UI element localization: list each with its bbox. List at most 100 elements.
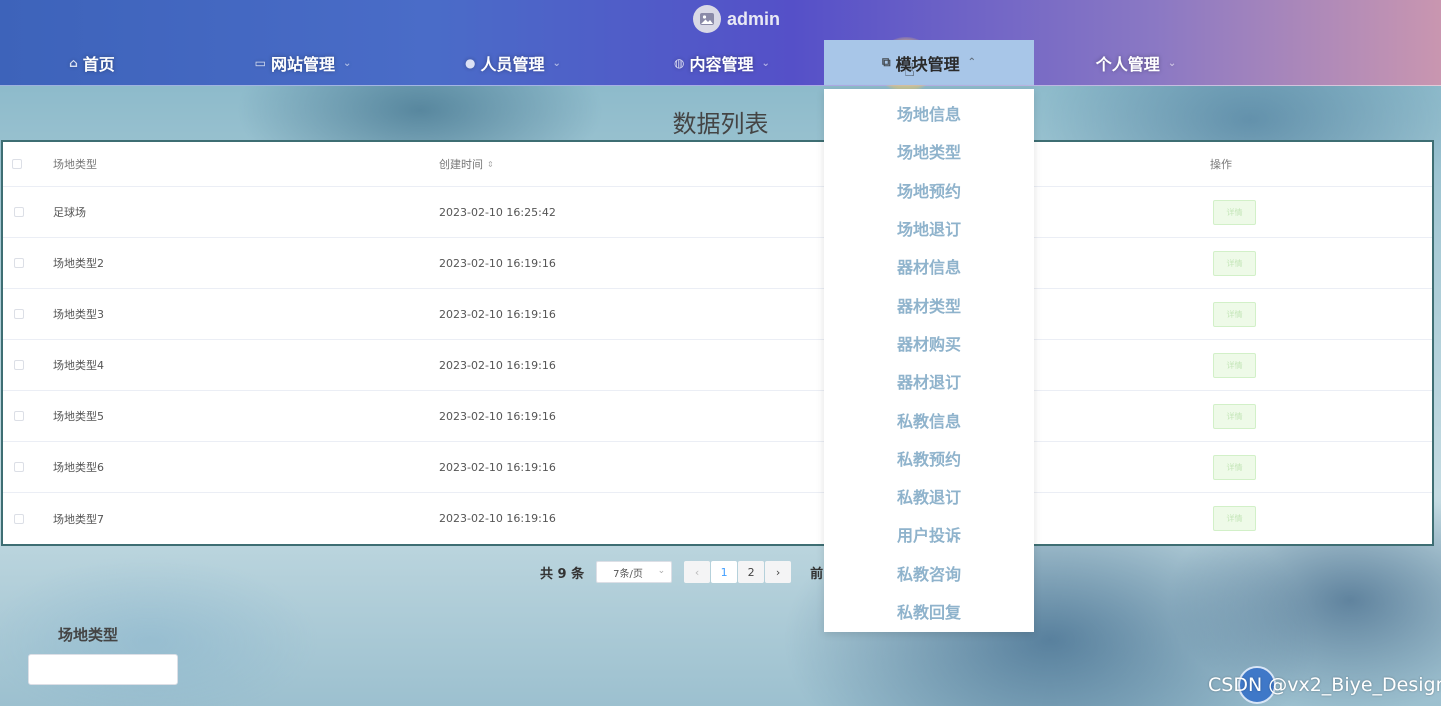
hand-cursor-icon: ☝ bbox=[904, 60, 915, 81]
row-checkbox[interactable] bbox=[14, 187, 24, 237]
top-nav-bar: admin ⌂ 首页 ▭ 网站管理 ⌄ ● 人员管理 ⌄ ◍ 内容管理 ⌄ ⧉ … bbox=[0, 0, 1441, 93]
type-input[interactable] bbox=[28, 654, 178, 685]
cell-type: 足球场 bbox=[53, 206, 86, 219]
cell-created: 2023-02-10 16:19:16 bbox=[439, 460, 556, 474]
chevron-right-icon: › bbox=[775, 565, 781, 579]
detail-button-cell: 详情 bbox=[1213, 391, 1256, 441]
total-count: 共 9 条 bbox=[540, 566, 585, 582]
chevron-up-icon: ⌃ bbox=[967, 57, 976, 68]
select-all-checkbox[interactable] bbox=[12, 142, 22, 186]
nav-staff-label: 人员管理 bbox=[480, 55, 545, 74]
table-row: 足球场 2023-02-10 16:25:42 详情 bbox=[3, 187, 1432, 238]
chevron-down-icon: ⌄ bbox=[342, 57, 352, 69]
table-row: 场地类型3 2023-02-10 16:19:16 详情 bbox=[3, 289, 1432, 340]
row-checkbox[interactable] bbox=[14, 289, 24, 339]
table-header-row: 场地类型 创建时间 ⇕ 操作 bbox=[3, 142, 1432, 187]
cell-created: 2023-02-10 16:19:16 bbox=[439, 409, 556, 423]
page-title: 数据列表 bbox=[672, 110, 769, 138]
cell-created: 2023-02-10 16:19:16 bbox=[439, 307, 556, 321]
chevron-down-icon: ⌄ bbox=[657, 566, 666, 576]
chevron-down-icon: ⌄ bbox=[761, 57, 770, 69]
column-header-created[interactable]: 创建时间 ⇕ bbox=[439, 142, 494, 186]
chevron-down-icon: ⌄ bbox=[1167, 57, 1177, 69]
menu-item-venue-info[interactable]: 场地信息 bbox=[824, 94, 1034, 132]
menu-item-coach-cancel[interactable]: 私教退订 bbox=[824, 477, 1034, 515]
menu-item-coach-booking[interactable]: 私教预约 bbox=[824, 439, 1034, 477]
nav-module-management[interactable]: ⧉ 模块管理 ⌃ bbox=[824, 40, 1034, 85]
row-checkbox[interactable] bbox=[14, 391, 24, 441]
detail-button-cell: 详情 bbox=[1213, 187, 1256, 237]
user-icon: ● bbox=[465, 56, 476, 70]
cell-type: 场地类型5 bbox=[53, 410, 104, 423]
nav-staff-management[interactable]: ● 人员管理 ⌄ bbox=[448, 40, 578, 86]
goto-label: 前 bbox=[810, 566, 824, 582]
table-row: 场地类型6 2023-02-10 16:19:16 详情 bbox=[3, 442, 1432, 493]
nav-content-management[interactable]: ◍ 内容管理 ⌄ bbox=[657, 40, 787, 86]
menu-item-coach-info[interactable]: 私教信息 bbox=[824, 400, 1034, 438]
nav-website-management[interactable]: ▭ 网站管理 ⌄ bbox=[238, 40, 368, 86]
table-row: 场地类型7 2023-02-10 16:19:16 详情 bbox=[3, 493, 1432, 544]
menu-item-equipment-return[interactable]: 器材退订 bbox=[824, 362, 1034, 400]
menu-item-coach-reply[interactable]: 私教回复 bbox=[824, 592, 1034, 630]
detail-button-cell: 详情 bbox=[1213, 238, 1256, 288]
data-table: 场地类型 创建时间 ⇕ 操作 足球场 2023-02-10 16:25:42 详… bbox=[1, 140, 1434, 546]
sort-icon[interactable]: ⇕ bbox=[487, 160, 494, 169]
chat-icon: ◍ bbox=[674, 56, 685, 70]
cell-created: 2023-02-10 16:19:16 bbox=[439, 512, 556, 525]
user-name: admin bbox=[727, 8, 781, 29]
detail-button[interactable]: 详情 bbox=[1213, 506, 1256, 531]
detail-button[interactable]: 详情 bbox=[1213, 352, 1256, 378]
row-checkbox[interactable] bbox=[14, 340, 24, 390]
next-page-button[interactable]: › bbox=[765, 561, 792, 583]
detail-button[interactable]: 详情 bbox=[1213, 301, 1256, 327]
menu-item-equipment-info[interactable]: 器材信息 bbox=[824, 247, 1034, 285]
row-checkbox[interactable] bbox=[14, 493, 24, 544]
menu-item-venue-booking[interactable]: 场地预约 bbox=[824, 171, 1034, 209]
copy-icon: ⧉ bbox=[882, 55, 891, 69]
menu-item-venue-cancel[interactable]: 场地退订 bbox=[824, 209, 1034, 247]
menu-item-equipment-type[interactable]: 器材类型 bbox=[824, 285, 1034, 323]
table-row: 场地类型4 2023-02-10 16:19:16 详情 bbox=[3, 340, 1432, 391]
cell-type: 场地类型3 bbox=[53, 308, 104, 321]
column-header-actions: 操作 bbox=[1210, 158, 1232, 171]
table-row: 场地类型2 2023-02-10 16:19:16 详情 bbox=[3, 238, 1432, 289]
pagination: 共 9 条 7条/页 ⌄ ‹ 1 2 › 前 bbox=[540, 560, 823, 584]
page-number-2[interactable]: 2 bbox=[738, 561, 765, 583]
monitor-icon: ▭ bbox=[254, 56, 266, 70]
detail-button-cell: 详情 bbox=[1213, 442, 1256, 492]
nav-website-label: 网站管理 bbox=[270, 55, 335, 74]
menu-item-equipment-purchase[interactable]: 器材购买 bbox=[824, 324, 1034, 362]
cell-created: 2023-02-10 16:19:16 bbox=[439, 358, 556, 372]
avatar[interactable] bbox=[693, 5, 721, 33]
image-icon bbox=[700, 13, 714, 25]
detail-button[interactable]: 详情 bbox=[1213, 250, 1256, 276]
detail-button-cell: 详情 bbox=[1213, 493, 1256, 544]
page-size-select[interactable]: 7条/页 ⌄ bbox=[596, 561, 673, 583]
menu-item-user-complaint[interactable]: 用户投诉 bbox=[824, 515, 1034, 553]
column-header-type: 场地类型 bbox=[53, 158, 97, 171]
nav-home[interactable]: ⌂ 首页 bbox=[60, 40, 124, 86]
prev-page-button[interactable]: ‹ bbox=[684, 561, 711, 583]
home-icon: ⌂ bbox=[69, 56, 78, 70]
nav-personal-label: 个人管理 bbox=[1095, 55, 1160, 74]
chevron-left-icon: ‹ bbox=[694, 565, 700, 579]
chevron-down-icon: ⌄ bbox=[552, 57, 561, 69]
detail-button-cell: 详情 bbox=[1213, 289, 1256, 339]
detail-button[interactable]: 详情 bbox=[1213, 454, 1256, 480]
page-number-1[interactable]: 1 bbox=[711, 561, 738, 583]
row-checkbox[interactable] bbox=[14, 238, 24, 288]
detail-button-cell: 详情 bbox=[1213, 340, 1256, 390]
detail-button[interactable]: 详情 bbox=[1213, 403, 1256, 429]
row-checkbox[interactable] bbox=[14, 442, 24, 492]
menu-item-coach-consult[interactable]: 私教咨询 bbox=[824, 554, 1034, 592]
cell-created: 2023-02-10 16:19:16 bbox=[439, 256, 556, 270]
cell-created: 2023-02-10 16:25:42 bbox=[439, 205, 556, 219]
menu-item-venue-type[interactable]: 场地类型 bbox=[824, 132, 1034, 170]
cell-type: 场地类型4 bbox=[53, 359, 104, 372]
nav-personal-management[interactable]: 个人管理 ⌄ bbox=[1086, 40, 1186, 86]
module-dropdown-menu: 场地信息 场地类型 场地预约 场地退订 器材信息 器材类型 器材购买 器材退订 … bbox=[824, 89, 1034, 632]
detail-button[interactable]: 详情 bbox=[1213, 199, 1256, 225]
watermark: CSDN @vx2_Biye_Design bbox=[1208, 674, 1441, 696]
field-label-type: 场地类型 bbox=[58, 626, 119, 644]
user-brand[interactable]: admin bbox=[693, 5, 780, 33]
